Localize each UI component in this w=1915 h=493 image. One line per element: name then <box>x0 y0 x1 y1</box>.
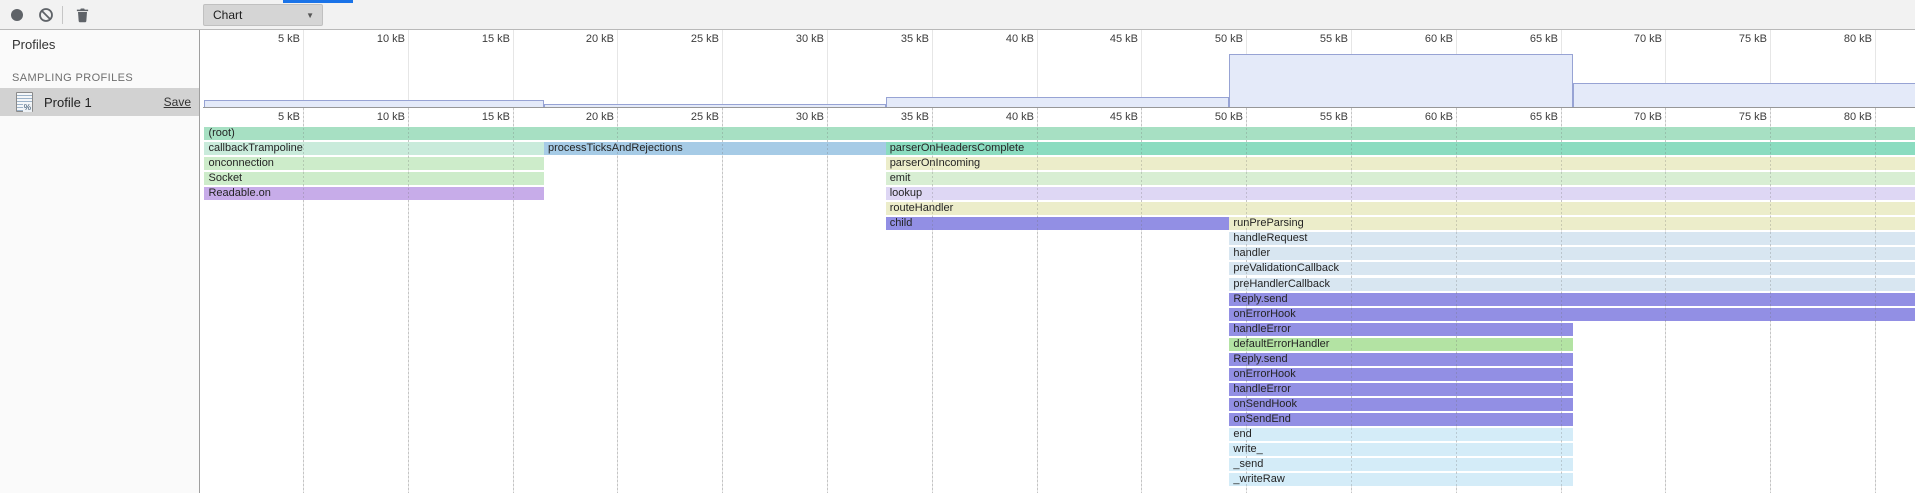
trash-icon <box>75 7 90 23</box>
flame-bar-routeHandler[interactable]: routeHandler <box>886 202 1915 215</box>
active-tab-indicator <box>283 0 353 3</box>
flame-bar-onErrorHook[interactable]: onErrorHook <box>1229 368 1573 381</box>
overview-tick-label-70kb: 70 kB <box>1598 33 1662 45</box>
gridline-35kb <box>932 108 933 493</box>
gridline-5kb <box>303 108 304 493</box>
flame-bar-handler[interactable]: handler <box>1229 247 1915 260</box>
flame-bar-preValidationCallback[interactable]: preValidationCallback <box>1229 262 1915 275</box>
profile-name: Profile 1 <box>44 95 164 110</box>
flame-bar-parserOnHeadersComplete[interactable]: parserOnHeadersComplete <box>886 142 1915 155</box>
profiles-sidebar: Profiles SAMPLING PROFILES % Profile 1 S… <box>0 30 200 493</box>
flame-bar-write_[interactable]: write_ <box>1229 443 1573 456</box>
flame-bar-parserOnIncoming[interactable]: parserOnIncoming <box>886 157 1915 170</box>
flame-bar-preHandlerCallback[interactable]: preHandlerCallback <box>1229 278 1915 291</box>
view-mode-value: Chart <box>204 8 306 22</box>
allocation-overview[interactable]: 5 kB 10 kB 15 kB 20 kB 25 kB 30 kB 35 kB 40 kB 4… <box>203 30 1915 108</box>
toolbar-separator <box>62 6 63 24</box>
overview-area-segment-0 <box>204 100 544 107</box>
delete-profile-button[interactable] <box>70 4 94 26</box>
profiler-toolbar: Chart ▼ <box>0 0 1915 30</box>
overview-tick-label-60kb: 60 kB <box>1389 33 1453 45</box>
clear-profiles-button[interactable] <box>34 4 58 26</box>
flame-bar-end[interactable]: end <box>1229 428 1573 441</box>
flame-bar-processTicksAndRejections[interactable]: processTicksAndRejections <box>544 142 886 155</box>
overview-tick-label-5kb: 5 kB <box>236 33 300 45</box>
overview-tick-label-40kb: 40 kB <box>970 33 1034 45</box>
gridline-60kb <box>1456 108 1457 493</box>
overview-tick-label-50kb: 50 kB <box>1179 33 1243 45</box>
overview-tick-label-45kb: 45 kB <box>1074 33 1138 45</box>
gridline-25kb <box>722 108 723 493</box>
gridline-80kb <box>1875 108 1876 493</box>
devtools-memory-panel: Chart ▼ Profiles SAMPLING PROFILES % Pro… <box>0 0 1915 493</box>
overview-tick-label-10kb: 10 kB <box>341 33 405 45</box>
overview-tick-label-55kb: 55 kB <box>1284 33 1348 45</box>
sidebar-item-profile-1[interactable]: % Profile 1 Save <box>0 88 199 116</box>
profile-document-icon: % <box>16 92 33 112</box>
overview-tick-label-25kb: 25 kB <box>655 33 719 45</box>
flame-bar-(root)[interactable]: (root) <box>204 127 1915 140</box>
gridline-70kb <box>1665 108 1666 493</box>
record-button[interactable] <box>5 4 29 26</box>
flame-bar-Socket[interactable]: Socket <box>204 172 544 185</box>
gridline-55kb <box>1351 108 1352 493</box>
overview-area-segment-2 <box>886 97 1230 107</box>
save-profile-link[interactable]: Save <box>164 95 191 109</box>
flame-bar-Reply.send[interactable]: Reply.send <box>1229 293 1915 306</box>
flame-bar-onconnection[interactable]: onconnection <box>204 157 544 170</box>
chevron-down-icon: ▼ <box>306 11 322 20</box>
gridline-45kb <box>1141 108 1142 493</box>
flame-bar-defaultErrorHandler[interactable]: defaultErrorHandler <box>1229 338 1573 351</box>
overview-axis-ticks: 5 kB 10 kB 15 kB 20 kB 25 kB 30 kB 35 kB 40 kB 4… <box>203 33 1915 47</box>
flame-bar-handleError[interactable]: handleError <box>1229 323 1573 336</box>
flame-bar-emit[interactable]: emit <box>886 172 1915 185</box>
gridline-20kb <box>617 108 618 493</box>
flame-bar-handleRequest[interactable]: handleRequest <box>1229 232 1915 245</box>
overview-area-segment-1 <box>544 104 886 107</box>
flame-bar-runPreParsing[interactable]: runPreParsing <box>1229 217 1915 230</box>
overview-tick-label-65kb: 65 kB <box>1494 33 1558 45</box>
gridline-10kb <box>408 108 409 493</box>
flame-bar-callbackTrampoline[interactable]: callbackTrampoline <box>204 142 544 155</box>
gridline-75kb <box>1770 108 1771 493</box>
flame-bar-_send[interactable]: _send <box>1229 458 1573 471</box>
view-mode-select[interactable]: Chart ▼ <box>203 4 323 26</box>
record-icon <box>11 9 23 21</box>
overview-tick-label-20kb: 20 kB <box>550 33 614 45</box>
flamechart: (root) callbackTrampolineprocessTicksAndR… <box>203 108 1915 493</box>
flame-bar-onSendEnd[interactable]: onSendEnd <box>1229 413 1573 426</box>
flame-bar-child[interactable]: child <box>886 217 1230 230</box>
overview-tick-label-30kb: 30 kB <box>760 33 824 45</box>
flame-bar-onSendHook[interactable]: onSendHook <box>1229 398 1573 411</box>
flame-bar-lookup[interactable]: lookup <box>886 187 1915 200</box>
allocation-chart-area: 5 kB 10 kB 15 kB 20 kB 25 kB 30 kB 35 kB 40 kB 4… <box>203 30 1915 493</box>
gridline-40kb <box>1037 108 1038 493</box>
sampling-profiles-heading: SAMPLING PROFILES <box>0 64 199 88</box>
overview-tick-label-35kb: 35 kB <box>865 33 929 45</box>
overview-area-segment-3 <box>1229 54 1573 107</box>
overview-tick-label-75kb: 75 kB <box>1703 33 1767 45</box>
gridline-30kb <box>827 108 828 493</box>
gridline-50kb <box>1246 108 1247 493</box>
flame-bar-_writeRaw[interactable]: _writeRaw <box>1229 473 1573 486</box>
overview-tick-label-15kb: 15 kB <box>446 33 510 45</box>
gridline-65kb <box>1561 108 1562 493</box>
flame-bar-Readable.on[interactable]: Readable.on <box>204 187 544 200</box>
overview-tick-label-80kb: 80 kB <box>1808 33 1872 45</box>
flame-bar-onErrorHook[interactable]: onErrorHook <box>1229 308 1915 321</box>
overview-area-segment-4 <box>1573 83 1915 107</box>
gridline-15kb <box>513 108 514 493</box>
clear-profiles-icon <box>38 7 54 23</box>
flame-bar-Reply.send[interactable]: Reply.send <box>1229 353 1573 366</box>
flame-bar-handleError[interactable]: handleError <box>1229 383 1573 396</box>
sidebar-title: Profiles <box>0 30 199 64</box>
